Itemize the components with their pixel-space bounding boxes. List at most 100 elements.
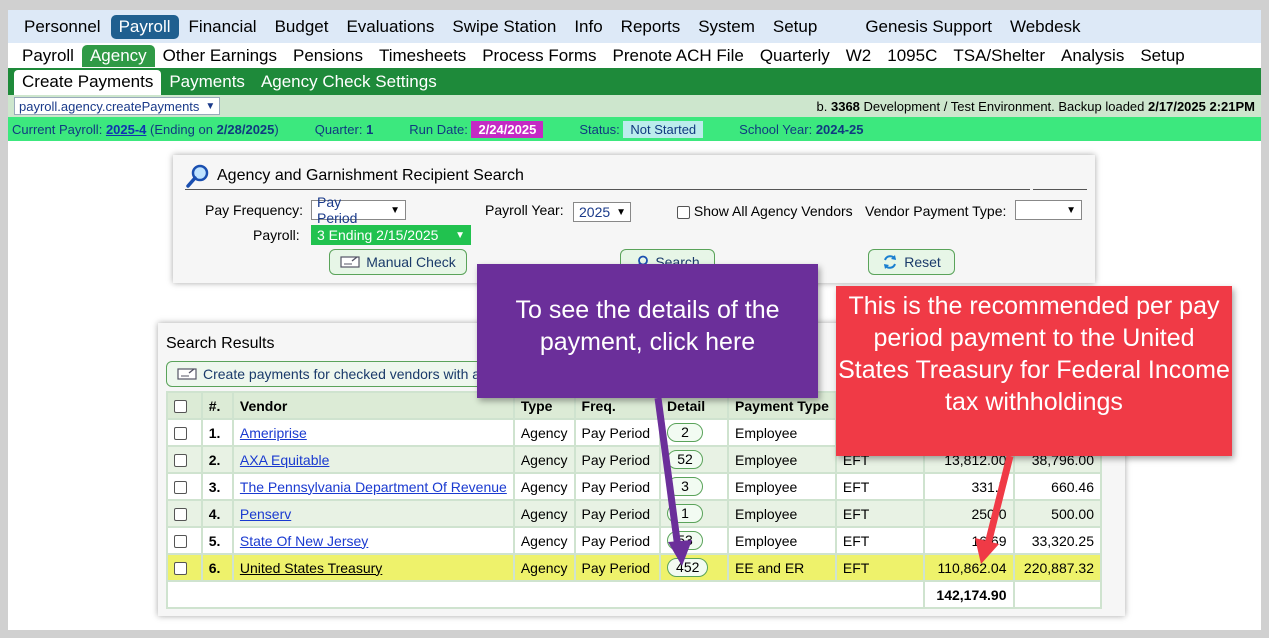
chevron-down-icon: ▼ — [616, 206, 627, 218]
vendor-link[interactable]: AXA Equitable — [240, 452, 330, 468]
nav-payroll[interactable]: Payroll — [110, 14, 179, 39]
nav-personnel[interactable]: Personnel — [16, 15, 109, 39]
row-amount: 331.7 — [923, 472, 1015, 501]
subnav-quarterly[interactable]: Quarterly — [752, 45, 838, 67]
subnav-w2[interactable]: W2 — [838, 45, 880, 67]
subnav-prenote-ach[interactable]: Prenote ACH File — [604, 45, 751, 67]
subnav-tsa-shelter[interactable]: TSA/Shelter — [945, 45, 1053, 67]
pay-frequency-select[interactable]: Pay Period ▼ — [311, 194, 406, 226]
row-type: Agency — [512, 472, 576, 501]
row-checkbox[interactable] — [174, 427, 187, 441]
row-type: Agency — [512, 553, 576, 582]
detail-button[interactable]: 3 — [667, 477, 704, 496]
pay-frequency-label: Pay Frequency: — [205, 202, 304, 218]
subnav-payroll[interactable]: Payroll — [14, 45, 82, 67]
subnav-other-earnings[interactable]: Other Earnings — [155, 45, 285, 67]
row-total: 220,887.32 — [1012, 553, 1102, 582]
nav-swipe-station[interactable]: Swipe Station — [444, 15, 564, 39]
vendor-link[interactable]: The Pennsylvania Department Of Revenue — [240, 479, 507, 495]
nav-evaluations[interactable]: Evaluations — [338, 15, 442, 39]
row-number: 6. — [208, 559, 221, 576]
vendor-link[interactable]: Ameriprise — [240, 425, 307, 441]
chevron-down-icon: ▼ — [205, 100, 216, 112]
tab-payments[interactable]: Payments — [161, 70, 253, 94]
vendor-link[interactable]: State Of New Jersey — [240, 533, 368, 549]
subnav-pensions[interactable]: Pensions — [285, 45, 371, 67]
detail-callout: To see the details of the payment, click… — [477, 264, 818, 398]
subnav-process-forms[interactable]: Process Forms — [474, 45, 604, 67]
row-number: 2. — [208, 451, 221, 468]
row-payment-type: Employee — [727, 472, 837, 501]
detail-button[interactable]: 52 — [667, 450, 704, 469]
show-all-checkbox[interactable] — [677, 205, 690, 219]
row-checkbox[interactable] — [174, 454, 187, 468]
row-checkbox-cell[interactable] — [166, 445, 203, 474]
row-checkbox-cell[interactable] — [166, 526, 203, 555]
row-checkbox-cell[interactable] — [166, 553, 203, 582]
chevron-down-icon: ▼ — [455, 229, 465, 241]
vendor-link[interactable]: United States Treasury — [240, 560, 382, 576]
row-checkbox[interactable] — [174, 535, 187, 549]
select-all-checkbox[interactable] — [174, 400, 187, 414]
nav-reports[interactable]: Reports — [613, 15, 689, 39]
row-checkbox[interactable] — [174, 508, 187, 522]
current-payroll-link[interactable]: 2025-4 — [106, 122, 146, 137]
show-all-label: Show All Agency Vendors — [693, 203, 853, 219]
vendor-link[interactable]: Penserv — [240, 506, 291, 522]
header-divider — [185, 189, 1030, 190]
route-select[interactable]: payroll.agency.createPayments ▼ — [14, 97, 221, 115]
subnav-agency[interactable]: Agency — [81, 44, 155, 67]
show-all-vendors[interactable]: Show All Agency Vendors — [677, 203, 853, 219]
header-divider-right — [1033, 189, 1087, 190]
row-checkbox[interactable] — [174, 481, 187, 495]
main-nav: Personnel Payroll Financial Budget Evalu… — [8, 10, 1261, 43]
school-year-label: School Year: — [739, 121, 813, 137]
subnav-analysis[interactable]: Analysis — [1053, 45, 1132, 67]
payroll-year-select[interactable]: 2025 ▼ — [573, 202, 631, 222]
subnav-1095c[interactable]: 1095C — [879, 45, 945, 67]
tab-agency-check-settings[interactable]: Agency Check Settings — [253, 70, 445, 94]
build-prefix: b. — [816, 98, 828, 114]
nav-webdesk[interactable]: Webdesk — [1002, 15, 1089, 39]
detail-button[interactable]: 1 — [667, 504, 704, 523]
vendor-payment-type-label: Vendor Payment Type: — [865, 203, 1007, 219]
payroll-value: 3 Ending 2/15/2025 — [317, 227, 439, 243]
row-checkbox-cell[interactable] — [166, 418, 203, 447]
row-number: 3. — [208, 478, 221, 495]
nav-setup[interactable]: Setup — [765, 15, 825, 39]
vendor-payment-type-select[interactable]: ▼ — [1015, 200, 1082, 220]
detail-button[interactable]: 2 — [667, 423, 704, 442]
run-date: Run Date: 2/24/2025 — [409, 120, 544, 138]
detail-button[interactable]: 53 — [667, 531, 704, 550]
check-icon — [177, 368, 197, 380]
detail-button[interactable]: 452 — [667, 558, 709, 577]
nav-financial[interactable]: Financial — [181, 15, 265, 39]
route-value: payroll.agency.createPayments — [19, 98, 200, 114]
row-checkbox-cell[interactable] — [166, 472, 203, 501]
tab-bar: Create Payments Payments Agency Check Se… — [8, 68, 1261, 95]
row-payment-type: Employee — [727, 445, 837, 474]
subnav-setup[interactable]: Setup — [1132, 45, 1192, 67]
row-checkbox[interactable] — [174, 562, 187, 576]
row-type: Agency — [512, 445, 576, 474]
reset-button[interactable]: Reset — [868, 249, 955, 275]
tab-create-payments[interactable]: Create Payments — [14, 70, 162, 95]
nav-info[interactable]: Info — [566, 15, 610, 39]
row-freq: Pay Period — [573, 499, 662, 528]
subnav-timesheets[interactable]: Timesheets — [371, 45, 474, 67]
manual-check-button[interactable]: Manual Check — [329, 249, 467, 275]
nav-budget[interactable]: Budget — [267, 15, 337, 39]
build-text: Development / Test Environment. Backup l… — [863, 98, 1145, 114]
row-number: 1. — [208, 424, 221, 441]
row-amount: 250.0 — [923, 499, 1015, 528]
payroll-label: Payroll: — [253, 227, 300, 243]
col-vendor[interactable]: Vendor — [231, 391, 515, 420]
quarter: Quarter: 1 — [315, 122, 374, 137]
build-info: b. 3368 Development / Test Environment. … — [817, 99, 1255, 114]
nav-genesis-support[interactable]: Genesis Support — [857, 15, 1000, 39]
school-year-value: 2024-25 — [815, 121, 864, 137]
row-checkbox-cell[interactable] — [166, 499, 203, 528]
nav-system[interactable]: System — [690, 15, 763, 39]
select-all-header[interactable] — [166, 391, 203, 420]
payroll-select[interactable]: 3 Ending 2/15/2025 ▼ — [311, 225, 471, 245]
